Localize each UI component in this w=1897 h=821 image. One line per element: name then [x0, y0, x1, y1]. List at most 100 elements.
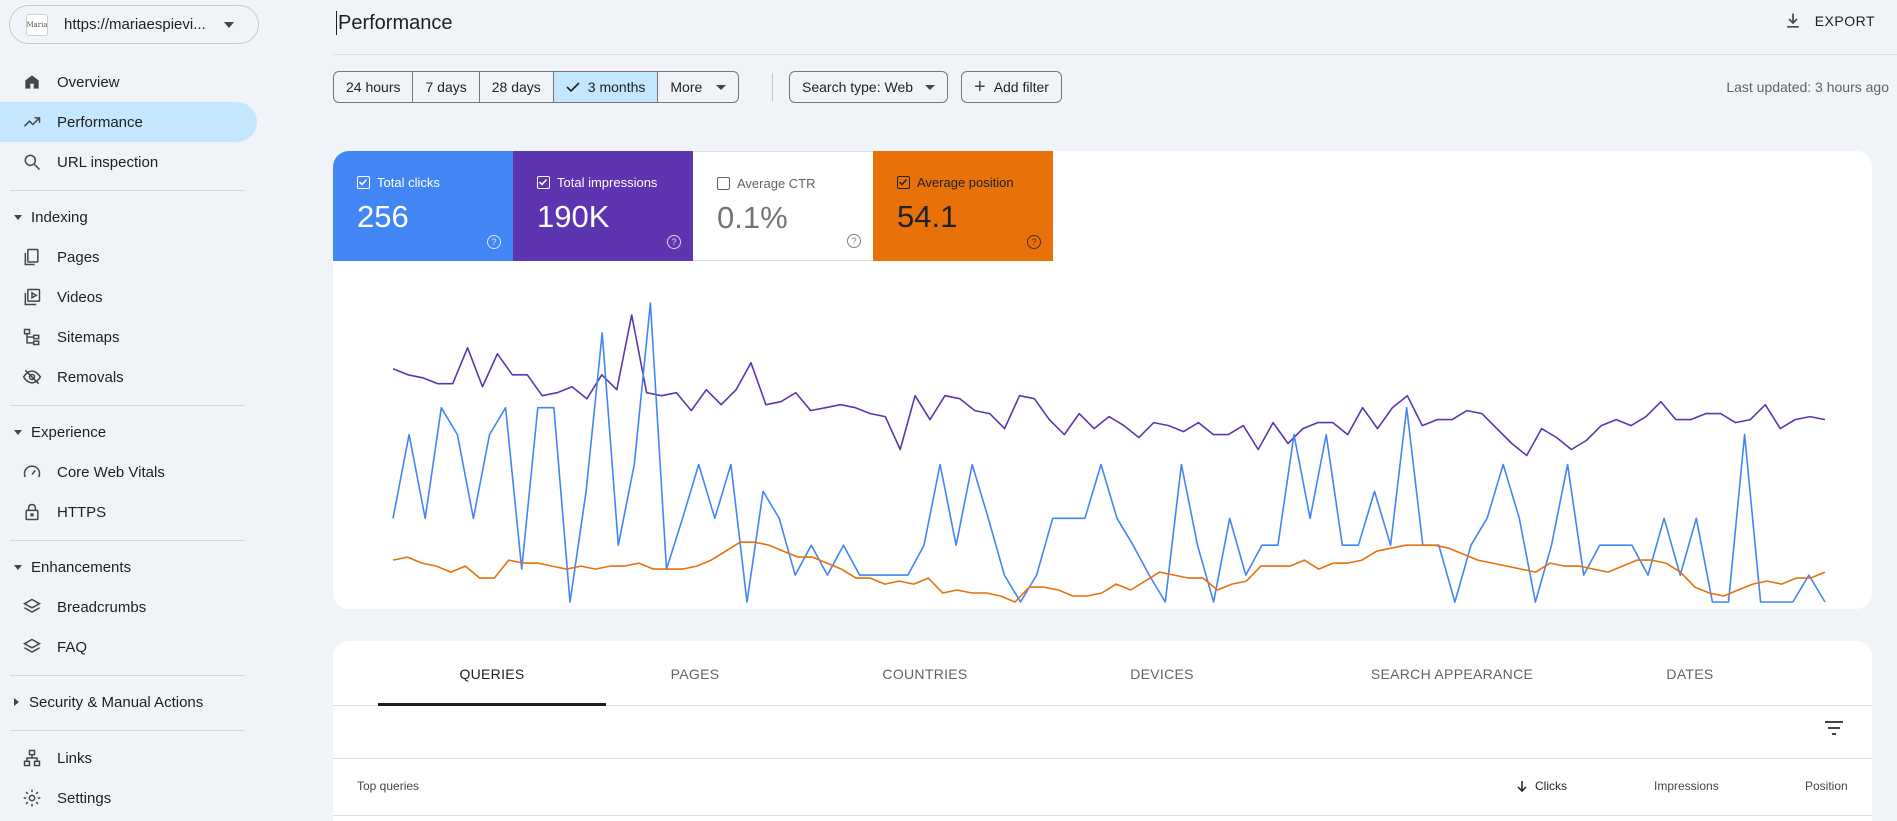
- range-label: 7 days: [425, 79, 467, 95]
- column-header-top-queries: Top queries: [357, 779, 420, 793]
- gear-icon: [22, 788, 42, 808]
- range-7-days[interactable]: 7 days: [413, 72, 480, 102]
- range-label: 3 months: [587, 79, 646, 95]
- sitemap-icon: [22, 327, 42, 347]
- tab-queries[interactable]: QUERIES: [378, 641, 606, 706]
- tab-search-appearance[interactable]: SEARCH APPEARANCE: [1343, 641, 1561, 706]
- sidebar-item-label: FAQ: [57, 638, 88, 656]
- range-24-hours[interactable]: 24 hours: [334, 72, 414, 102]
- sidebar-item-removals[interactable]: Removals: [0, 357, 257, 397]
- sidebar-item-https[interactable]: HTTPS: [0, 492, 257, 532]
- range-label: 28 days: [491, 79, 541, 95]
- download-icon: [1786, 13, 1799, 28]
- tab-pages[interactable]: PAGES: [606, 641, 784, 706]
- range-3-months[interactable]: 3 months: [553, 72, 659, 102]
- metric-label: Total impressions: [557, 175, 658, 190]
- section-security[interactable]: Security & Manual Actions: [0, 684, 250, 720]
- section-indexing[interactable]: Indexing: [0, 199, 250, 235]
- sidebar-item-label: Videos: [57, 288, 103, 306]
- sidebar-item-faq[interactable]: FAQ: [0, 627, 257, 667]
- range-more-dropdown[interactable]: More: [658, 72, 738, 102]
- tab-dates[interactable]: DATES: [1601, 641, 1779, 706]
- chevron-down-icon: [925, 84, 936, 90]
- search-type-label: Search type: Web: [802, 79, 914, 95]
- range-label: More: [670, 79, 703, 95]
- sidebar-item-links[interactable]: Links: [0, 738, 257, 778]
- divider: [10, 540, 245, 541]
- report-tabs: QUERIES PAGES COUNTRIES DEVICES SEARCH A…: [333, 641, 1872, 706]
- tab-countries[interactable]: COUNTRIES: [836, 641, 1014, 706]
- section-experience[interactable]: Experience: [0, 414, 250, 450]
- range-28-days[interactable]: 28 days: [480, 72, 554, 102]
- sidebar-item-settings[interactable]: Settings: [0, 778, 257, 818]
- metric-label: Average CTR: [737, 176, 816, 191]
- series-line-clicks: [392, 302, 1826, 603]
- section-label: Indexing: [31, 208, 88, 226]
- plus-icon: +: [974, 76, 986, 98]
- sidebar-item-label: Links: [57, 749, 93, 767]
- chevron-down-icon: [224, 21, 234, 28]
- tab-devices[interactable]: DEVICES: [1073, 641, 1251, 706]
- pages-icon: [22, 247, 42, 267]
- checkbox-checked-icon[interactable]: [897, 176, 910, 189]
- metric-average-ctr[interactable]: Average CTR 0.1% ?: [693, 151, 873, 261]
- filter-icon[interactable]: [1824, 720, 1844, 736]
- arrow-down-icon: [1517, 781, 1527, 792]
- sidebar-item-pages[interactable]: Pages: [0, 237, 257, 277]
- series-line-impressions: [392, 314, 1826, 457]
- sidebar-item-breadcrumbs[interactable]: Breadcrumbs: [0, 587, 257, 627]
- sidebar-item-label: Sitemaps: [57, 328, 120, 346]
- metric-total-clicks[interactable]: Total clicks 256 ?: [333, 151, 513, 261]
- help-icon[interactable]: ?: [487, 235, 501, 249]
- checkbox-checked-icon[interactable]: [537, 176, 550, 189]
- sidebar-item-videos[interactable]: Videos: [0, 277, 257, 317]
- toolbar-separator: [772, 73, 773, 101]
- column-header-position[interactable]: Position: [1805, 779, 1848, 793]
- page-title: Performance: [336, 11, 453, 35]
- performance-line-chart: 9/16/24 9/23/24 9/30/24 10/7/24 10/14/24 10/2…: [392, 302, 1826, 603]
- sidebar-item-sitemaps[interactable]: Sitemaps: [0, 317, 257, 357]
- date-range-group: 24 hours 7 days 28 days 3 months More: [333, 71, 740, 103]
- property-selector[interactable]: Maria https://mariaespievi...: [9, 5, 259, 44]
- range-label: 24 hours: [346, 79, 401, 95]
- sidebar-item-overview[interactable]: Overview: [0, 62, 257, 102]
- expand-icon: [14, 564, 22, 570]
- links-tree-icon: [22, 748, 42, 768]
- sidebar-item-label: Overview: [57, 73, 120, 91]
- expand-icon: [14, 214, 22, 220]
- metric-value: 54.1: [897, 199, 958, 234]
- sidebar-item-label: Performance: [57, 113, 143, 131]
- sidebar-item-label: Removals: [57, 368, 124, 386]
- collapse-icon: [14, 698, 19, 706]
- checkbox-checked-icon[interactable]: [357, 176, 370, 189]
- help-icon[interactable]: ?: [667, 235, 681, 249]
- chevron-down-icon: [716, 84, 727, 90]
- metric-total-impressions[interactable]: Total impressions 190K ?: [513, 151, 693, 261]
- sidebar-item-performance[interactable]: Performance: [0, 102, 257, 142]
- checkbox-unchecked-icon[interactable]: [717, 177, 730, 190]
- sidebar-item-core-web-vitals[interactable]: Core Web Vitals: [0, 452, 257, 492]
- table-divider: [333, 815, 1872, 816]
- help-icon[interactable]: ?: [847, 234, 861, 248]
- sidebar: Maria https://mariaespievi... Overview P…: [0, 0, 262, 821]
- help-icon[interactable]: ?: [1027, 235, 1041, 249]
- sidebar-item-label: URL inspection: [57, 153, 159, 171]
- video-icon: [22, 287, 42, 307]
- layers-icon: [22, 597, 42, 617]
- section-label: Security & Manual Actions: [29, 693, 204, 711]
- lock-icon: [22, 502, 42, 522]
- column-header-impressions[interactable]: Impressions: [1654, 779, 1719, 793]
- column-header-clicks[interactable]: Clicks: [1516, 779, 1567, 793]
- home-icon: [22, 72, 42, 92]
- sidebar-item-url-inspection[interactable]: URL inspection: [0, 142, 257, 182]
- section-label: Enhancements: [31, 558, 132, 576]
- sidebar-item-label: Breadcrumbs: [57, 598, 147, 616]
- add-filter-label: Add filter: [993, 79, 1049, 95]
- section-enhancements[interactable]: Enhancements: [0, 549, 250, 585]
- add-filter-button[interactable]: + Add filter: [961, 71, 1062, 103]
- export-button[interactable]: EXPORT: [1783, 11, 1875, 31]
- metric-label: Average position: [917, 175, 1014, 190]
- metric-average-position[interactable]: Average position 54.1 ?: [873, 151, 1053, 261]
- expand-icon: [14, 429, 22, 435]
- search-type-dropdown[interactable]: Search type: Web: [789, 71, 949, 103]
